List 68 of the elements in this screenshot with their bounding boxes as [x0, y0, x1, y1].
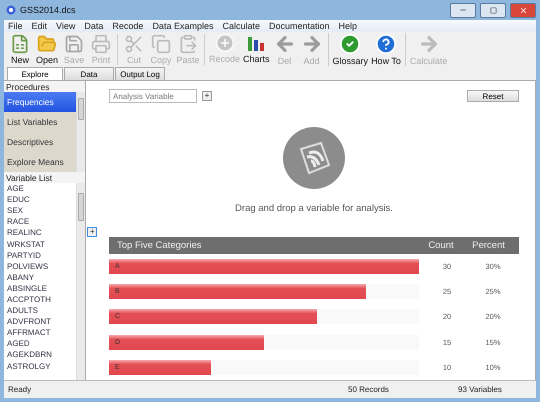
- variable-item[interactable]: ADULTS: [4, 305, 76, 316]
- variable-item[interactable]: ABANY: [4, 272, 76, 283]
- variable-item[interactable]: ADVFRONT: [4, 316, 76, 328]
- variables-count: 93 Variables: [458, 385, 503, 394]
- variable-item[interactable]: POLVIEWS: [4, 260, 76, 272]
- variable-item[interactable]: WRKSTAT: [4, 238, 76, 250]
- procedure-item[interactable]: Explore Means: [4, 152, 76, 172]
- add-variable-button[interactable]: +: [87, 227, 98, 237]
- toolbar-button[interactable]: Charts: [243, 33, 270, 66]
- scissors-icon: [124, 34, 144, 54]
- menu-item[interactable]: Documentation: [269, 21, 330, 31]
- variable-item[interactable]: ABSINGLE: [4, 282, 76, 294]
- menu-item[interactable]: Data Examples: [152, 21, 214, 31]
- toolbar-button[interactable]: Open: [35, 34, 59, 65]
- variable-item[interactable]: AFFRMACT: [4, 327, 76, 338]
- variable-item[interactable]: SEX: [4, 205, 76, 216]
- close-button[interactable]: [510, 2, 536, 18]
- variable-item[interactable]: AGE: [4, 183, 76, 194]
- close-icon: [518, 6, 528, 14]
- window-title: GSS2014.dcs: [20, 5, 77, 15]
- clipboard-icon: [178, 34, 198, 54]
- tab[interactable]: Data: [64, 67, 114, 80]
- variable-item[interactable]: PARTYID: [4, 250, 76, 261]
- menu-item[interactable]: Data: [84, 21, 104, 31]
- folder-icon: [37, 34, 57, 54]
- variable-item[interactable]: RACE: [4, 216, 76, 228]
- app-icon: [6, 5, 16, 15]
- procedure-item[interactable]: Descriptives: [4, 132, 76, 152]
- analysis-variable-field[interactable]: Analysis Variable: [109, 89, 197, 103]
- variable-item[interactable]: AGED: [4, 338, 76, 350]
- printer-icon: [91, 34, 111, 54]
- variable-item[interactable]: REALINC: [4, 227, 76, 238]
- menu-item[interactable]: Calculate: [222, 21, 260, 31]
- drop-message: Drag and drop a variable for analysis.: [235, 203, 393, 214]
- minimize-button[interactable]: [450, 2, 476, 18]
- copy-icon: [151, 34, 171, 54]
- toolbar-button[interactable]: New: [8, 34, 32, 65]
- menu-item[interactable]: Recode: [112, 21, 144, 31]
- variable-item[interactable]: ACCPTOTH: [4, 294, 76, 306]
- spreadsheet-icon: [10, 34, 30, 54]
- procedures-header: Procedures: [4, 81, 85, 92]
- reset-button[interactable]: Reset: [467, 90, 519, 102]
- variable-item[interactable]: ASTROLGY: [4, 360, 76, 372]
- menu-item[interactable]: File: [8, 21, 23, 31]
- scrollbar[interactable]: [76, 183, 85, 380]
- menu-item[interactable]: Help: [338, 21, 358, 31]
- add-button[interactable]: +: [202, 91, 212, 101]
- procedure-item[interactable]: List Variables: [4, 112, 76, 132]
- toolbar-button[interactable]: Glossary: [332, 33, 368, 66]
- scrollbar[interactable]: [76, 92, 85, 172]
- plus-circle-icon: [214, 33, 235, 53]
- maximize-button[interactable]: [480, 2, 506, 18]
- variable-list-header: Variable List: [4, 172, 85, 183]
- tab[interactable]: Output Log: [115, 67, 165, 80]
- variable-item[interactable]: EDUC: [4, 194, 76, 206]
- records-count: 50 Records: [348, 385, 390, 394]
- table-header: Top Five Categories Count Percent: [109, 237, 519, 254]
- variable-item[interactable]: AGEKDBRN: [4, 349, 76, 360]
- status-text: Ready: [8, 385, 32, 394]
- menu-item[interactable]: Edit: [32, 21, 48, 31]
- checkmark-icon: [339, 33, 362, 55]
- help-icon: [374, 33, 397, 55]
- drop-target-icon: [283, 127, 345, 189]
- tab[interactable]: Explore: [7, 67, 63, 80]
- procedure-item[interactable]: Frequencies: [4, 92, 76, 112]
- maximize-icon: [490, 6, 496, 14]
- toolbar-button[interactable]: How To: [371, 33, 401, 66]
- menu-item[interactable]: View: [56, 21, 76, 31]
